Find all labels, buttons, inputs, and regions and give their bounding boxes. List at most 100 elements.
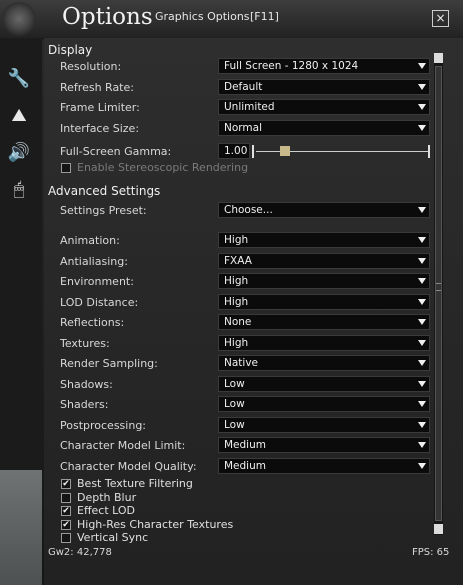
character-model-limit-label: Character Model Limit:: [60, 439, 186, 452]
character-model-limit-dropdown[interactable]: Medium: [218, 437, 430, 453]
shadows-label: Shadows:: [60, 377, 113, 391]
title-bar: Options Graphics Options [F11] ×: [0, 0, 463, 39]
slider-max-tick: [428, 145, 430, 158]
postprocessing-dropdown[interactable]: Low: [218, 416, 430, 433]
chevron-down-icon: [418, 319, 426, 325]
interface-size-dropdown[interactable]: Normal: [218, 120, 430, 136]
chevron-down-icon: [418, 63, 426, 69]
dropdown-value: FXAA: [224, 254, 252, 267]
textures-label: Textures:: [60, 336, 110, 350]
chevron-down-icon: [418, 339, 426, 346]
scroll-up-arrow[interactable]: [434, 53, 443, 63]
interface-size-label: Interface Size:: [60, 122, 140, 135]
chevron-down-icon: [418, 380, 426, 387]
chevron-down-icon: [418, 207, 426, 213]
depth-blur-checkbox[interactable]: [61, 492, 71, 503]
chevron-down-icon: [418, 84, 426, 90]
lod-distance-dropdown[interactable]: High: [218, 293, 430, 310]
scroll-down-arrow[interactable]: [434, 524, 443, 534]
dropdown-value: Medium: [224, 459, 266, 472]
hotkey-label: [F11]: [250, 10, 279, 23]
gamma-slider-handle[interactable]: [280, 146, 291, 156]
settings-preset-dropdown[interactable]: Choose...: [218, 202, 430, 218]
animation-dropdown[interactable]: High: [218, 232, 430, 248]
dropdown-value: Low: [224, 377, 245, 390]
resolution-label: Resolution:: [60, 60, 122, 73]
effect-lod-label: Effect LOD: [77, 504, 136, 517]
character-model-quality-dropdown[interactable]: Medium: [218, 457, 430, 474]
shadows-dropdown[interactable]: Low: [218, 375, 430, 392]
dropdown-value: Native: [224, 357, 258, 369]
stereo-label: Enable Stereoscopic Rendering: [77, 161, 249, 174]
frame-limiter-dropdown[interactable]: Unlimited: [218, 99, 430, 115]
dropdown-value: Full Screen - 1280 x 1024: [224, 60, 359, 72]
high-res-character-textures-checkbox[interactable]: ✔: [61, 519, 71, 530]
textures-dropdown[interactable]: High: [218, 334, 430, 351]
dropdown-value: High: [224, 234, 249, 246]
vertical-sync-checkbox[interactable]: [61, 533, 71, 543]
environment-label: Environment:: [60, 275, 134, 288]
display-heading: Display: [48, 43, 93, 57]
gear-icon: [2, 2, 36, 36]
reflections-dropdown[interactable]: None: [218, 314, 430, 330]
chevron-down-icon: [418, 298, 426, 305]
build-number: Gw2: 42,778: [48, 547, 112, 558]
dropdown-value: High: [224, 275, 249, 287]
render-sampling-label: Render Sampling:: [60, 357, 158, 370]
speaker-icon: 🔊: [7, 141, 31, 163]
scroll-grip: [436, 283, 441, 291]
close-icon: ×: [435, 11, 446, 25]
sidebar-tab-general[interactable]: 🔧: [0, 61, 38, 95]
dropdown-value: Low: [224, 398, 245, 410]
antialiasing-label: Antialiasing:: [60, 254, 128, 268]
gamma-value-field[interactable]: 1.00: [218, 143, 250, 159]
resolution-dropdown[interactable]: Full Screen - 1280 x 1024: [218, 58, 430, 74]
gamma-label: Full-Screen Gamma:: [60, 145, 172, 158]
stereo-checkbox: [61, 163, 71, 173]
chevron-down-icon: [418, 278, 426, 284]
dropdown-value: High: [224, 336, 249, 349]
dropdown-value: High: [224, 295, 249, 308]
sidebar-tab-controls[interactable]: 🖱: [0, 172, 38, 206]
slider-min-tick: [252, 145, 254, 158]
refresh-rate-dropdown[interactable]: Default: [218, 79, 430, 95]
sidebar-backdrop: [0, 470, 42, 585]
sidebar-tab-sound[interactable]: 🔊: [0, 135, 38, 169]
dropdown-value: Low: [224, 418, 245, 431]
window-title: Options: [62, 4, 153, 30]
chevron-down-icon: [418, 237, 426, 243]
window-subtitle: Graphics Options: [155, 10, 250, 23]
chevron-down-icon: [418, 462, 426, 469]
sidebar-tab-graphics[interactable]: ⛰: [0, 98, 38, 132]
scroll-thumb[interactable]: [435, 66, 442, 521]
shaders-dropdown[interactable]: Low: [218, 396, 430, 412]
dropdown-value: Unlimited: [224, 101, 275, 113]
settings-preset-label: Settings Preset:: [60, 204, 147, 217]
best-texture-filtering-checkbox[interactable]: ✔: [61, 479, 71, 489]
fps-counter: FPS: 65: [412, 547, 450, 558]
sidebar: 🔧 ⛰ 🔊 🖱: [0, 38, 42, 585]
frame-limiter-label: Frame Limiter:: [60, 101, 140, 114]
mouse-icon: 🖱: [13, 178, 25, 200]
dropdown-value: Choose...: [224, 204, 273, 216]
chevron-down-icon: [418, 125, 426, 131]
close-button[interactable]: ×: [432, 10, 449, 27]
antialiasing-dropdown[interactable]: FXAA: [218, 252, 430, 269]
chevron-down-icon: [418, 421, 426, 428]
dropdown-value: Normal: [224, 122, 262, 134]
chevron-down-icon: [418, 401, 426, 407]
chevron-down-icon: [418, 442, 426, 448]
dropdown-value: Medium: [224, 439, 266, 451]
effect-lod-checkbox[interactable]: ✔: [61, 506, 71, 516]
chevron-down-icon: [418, 257, 426, 264]
best-texture-filtering-label: Best Texture Filtering: [77, 477, 193, 490]
high-res-character-textures-label: High-Res Character Textures: [77, 517, 234, 531]
shaders-label: Shaders:: [60, 398, 109, 411]
dropdown-value: None: [224, 316, 252, 328]
environment-dropdown[interactable]: High: [218, 273, 430, 289]
postprocessing-label: Postprocessing:: [60, 418, 147, 432]
render-sampling-dropdown[interactable]: Native: [218, 355, 430, 371]
wrench-icon: 🔧: [7, 67, 31, 89]
character-model-quality-label: Character Model Quality:: [60, 459, 197, 473]
animation-label: Animation:: [60, 234, 120, 247]
